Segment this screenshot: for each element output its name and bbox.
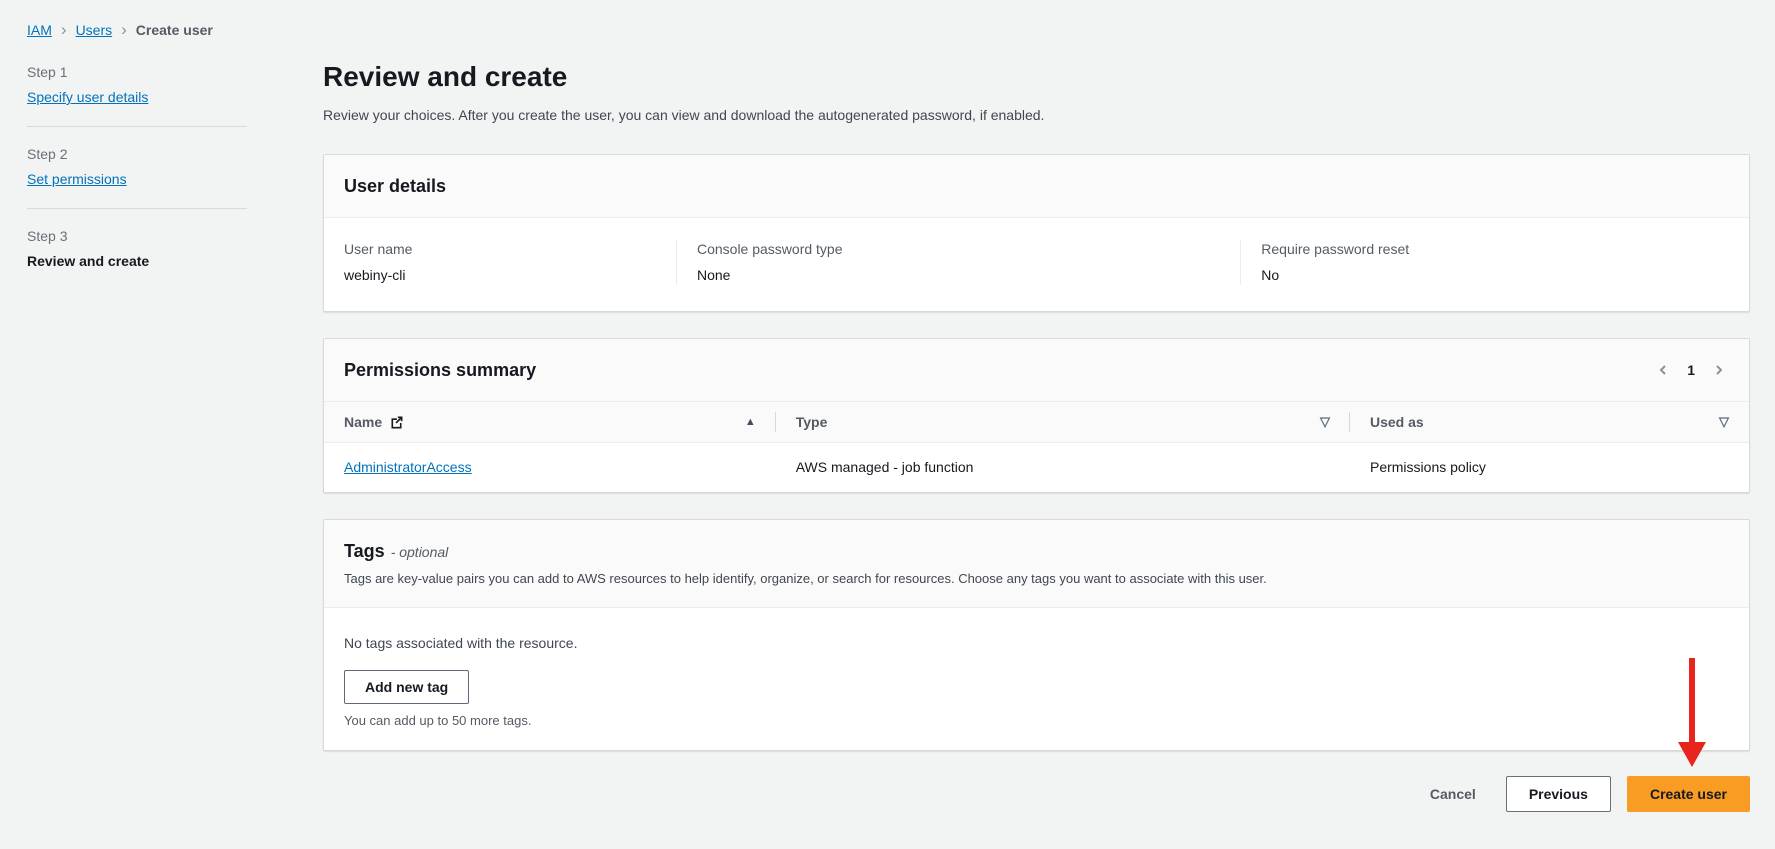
cell-policy-name: AdministratorAccess: [324, 443, 776, 492]
field-value: webiny-cli: [344, 266, 656, 285]
pagination-previous-button[interactable]: [1653, 360, 1673, 380]
column-header-label: Name: [344, 414, 382, 430]
wizard-step-2: Step 2 Set permissions: [27, 146, 323, 187]
user-details-body: User name webiny-cli Console password ty…: [324, 218, 1749, 311]
previous-button[interactable]: Previous: [1506, 776, 1611, 812]
page-title: Review and create: [323, 60, 1750, 94]
column-header-label: Type: [796, 414, 828, 430]
sort-unsorted-icon: ▽: [1719, 414, 1729, 430]
permissions-summary-title: Permissions summary: [344, 359, 536, 381]
user-details-header: User details: [324, 155, 1749, 218]
step-number-label: Step 2: [27, 146, 323, 162]
breadcrumb-link-users[interactable]: Users: [76, 22, 113, 38]
permissions-summary-card: Permissions summary 1: [323, 338, 1750, 493]
field-value: No: [1261, 266, 1729, 285]
field-require-password-reset: Require password reset No: [1240, 240, 1749, 285]
wizard-actions-footer: Cancel Previous Create user: [323, 776, 1750, 845]
wizard-steps-nav: Step 1 Specify user details Step 2 Set p…: [27, 64, 323, 269]
tags-optional-label: - optional: [391, 544, 449, 560]
field-label: Console password type: [697, 240, 1220, 259]
tags-empty-message: No tags associated with the resource.: [344, 634, 1729, 653]
pagination: 1: [1653, 360, 1729, 380]
field-user-name: User name webiny-cli: [324, 240, 676, 285]
main-content: Review and create Review your choices. A…: [323, 22, 1750, 845]
pagination-next-button[interactable]: [1709, 360, 1729, 380]
step-divider: [27, 208, 247, 209]
external-link-icon: [389, 415, 404, 430]
tags-title: Tags - optional: [344, 540, 1729, 563]
column-header-used-as[interactable]: Used as ▽: [1350, 402, 1749, 442]
breadcrumb-current: Create user: [136, 22, 213, 38]
chevron-right-icon: ›: [61, 23, 67, 37]
user-details-card: User details User name webiny-cli Consol…: [323, 154, 1750, 312]
tags-header: Tags - optional Tags are key-value pairs …: [324, 520, 1749, 608]
create-user-button[interactable]: Create user: [1627, 776, 1750, 812]
cell-policy-used-as: Permissions policy: [1350, 443, 1749, 492]
permissions-table-header: Name ▲ Type ▽ Used as ▽: [324, 402, 1749, 443]
column-header-label: Used as: [1370, 414, 1424, 430]
field-value: None: [697, 266, 1220, 285]
chevron-left-icon: [1655, 362, 1671, 378]
column-header-type[interactable]: Type ▽: [776, 402, 1350, 442]
policy-link-administratoraccess[interactable]: AdministratorAccess: [344, 459, 472, 475]
permissions-summary-header: Permissions summary 1: [324, 339, 1749, 402]
tags-body: No tags associated with the resource. Ad…: [324, 608, 1749, 750]
wizard-step-1: Step 1 Specify user details: [27, 64, 323, 105]
page-subtitle: Review your choices. After you create th…: [323, 106, 1750, 124]
cell-policy-type: AWS managed - job function: [776, 443, 1350, 492]
tags-description: Tags are key-value pairs you can add to …: [344, 570, 1729, 587]
step-current-review-and-create: Review and create: [27, 253, 323, 269]
column-header-name[interactable]: Name ▲: [324, 402, 776, 442]
tags-card: Tags - optional Tags are key-value pairs …: [323, 519, 1750, 751]
sort-ascending-icon: ▲: [745, 416, 756, 428]
breadcrumb-link-iam[interactable]: IAM: [27, 22, 52, 38]
chevron-right-icon: ›: [121, 23, 127, 37]
tags-limit-hint: You can add up to 50 more tags.: [344, 713, 1729, 728]
field-console-password-type: Console password type None: [676, 240, 1240, 285]
step-link-set-permissions[interactable]: Set permissions: [27, 171, 127, 187]
tags-title-text: Tags: [344, 541, 385, 561]
left-column: IAM › Users › Create user Step 1 Specify…: [27, 22, 323, 845]
add-new-tag-button[interactable]: Add new tag: [344, 670, 469, 704]
chevron-right-icon: [1711, 362, 1727, 378]
table-row: AdministratorAccess AWS managed - job fu…: [324, 443, 1749, 492]
wizard-step-3-current: Step 3 Review and create: [27, 228, 323, 269]
cancel-button[interactable]: Cancel: [1416, 776, 1490, 812]
pagination-current-page[interactable]: 1: [1687, 362, 1695, 378]
step-link-specify-user-details[interactable]: Specify user details: [27, 89, 148, 105]
step-number-label: Step 3: [27, 228, 323, 244]
sort-unsorted-icon: ▽: [1320, 414, 1330, 430]
step-number-label: Step 1: [27, 64, 323, 80]
breadcrumb: IAM › Users › Create user: [27, 22, 323, 38]
field-label: User name: [344, 240, 656, 259]
field-label: Require password reset: [1261, 240, 1729, 259]
user-details-title: User details: [344, 175, 446, 197]
step-divider: [27, 126, 247, 127]
create-user-page: IAM › Users › Create user Step 1 Specify…: [0, 0, 1775, 845]
